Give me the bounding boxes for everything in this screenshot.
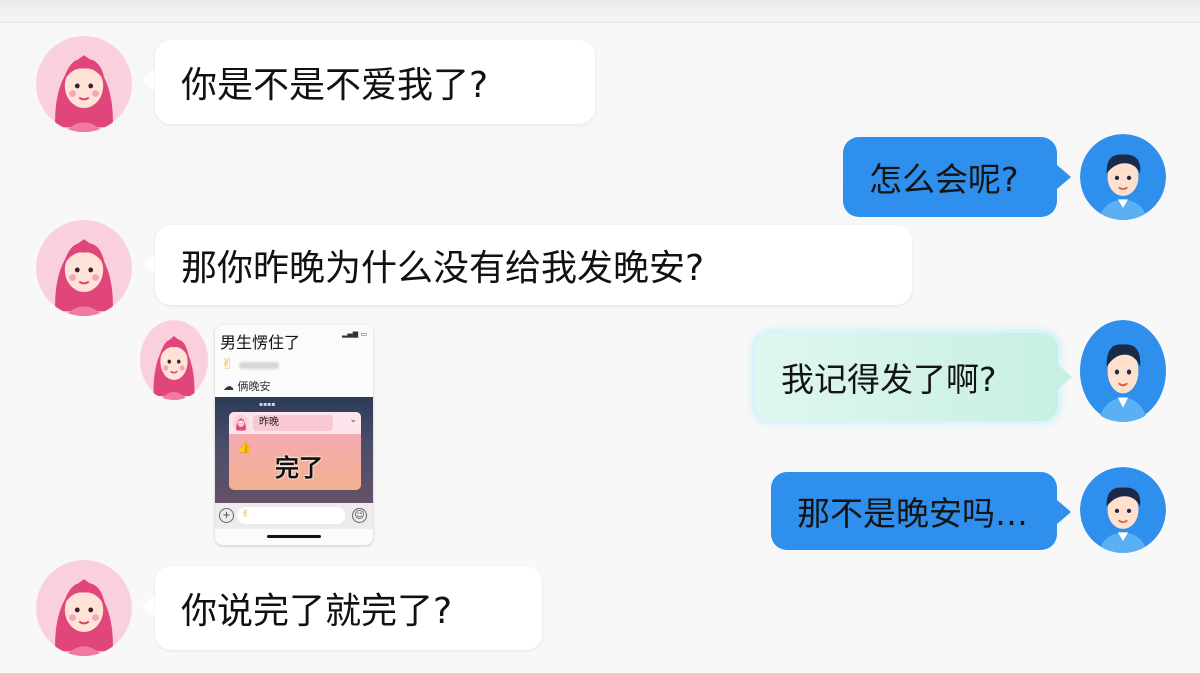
message-text: 那不是晚安吗… <box>797 494 1028 533</box>
bubble-tail <box>142 252 156 276</box>
overlay-text: 完了 <box>275 454 323 482</box>
boy-avatar-icon[interactable] <box>1080 320 1166 422</box>
bubble-tail <box>142 68 156 92</box>
message-text: 那你昨晚为什么没有给我发晚安? <box>181 248 705 289</box>
bubble-tail <box>1057 165 1071 189</box>
message-text: 怎么会呢? <box>869 160 1019 199</box>
chat-background: ▪▪▪▪ 昨晚 ⌄ 👍 完了 <box>215 397 373 517</box>
home-indicator <box>267 535 321 538</box>
message-bubble-right[interactable]: 我记得发了啊? <box>755 333 1058 421</box>
like-icon: 👍 <box>237 440 252 454</box>
victory-hand-icon: ✌ <box>221 355 234 373</box>
tiny-label: ▪▪▪▪ <box>259 401 276 408</box>
message-bubble-left[interactable]: 你说完了就完了? <box>155 566 542 650</box>
bubble-tail <box>1058 365 1072 389</box>
chevron-down-icon: ⌄ <box>349 415 357 425</box>
girl-avatar-icon[interactable] <box>36 36 132 132</box>
message-bubble-right[interactable]: 怎么会呢? <box>843 137 1057 217</box>
message-text: 我记得发了啊? <box>781 360 997 399</box>
victory-hand-icon: ✌ <box>241 507 251 520</box>
girl-avatar-icon[interactable] <box>140 320 208 400</box>
message-text: 你是不是不爱我了? <box>181 65 489 106</box>
plus-icon[interactable]: + <box>219 508 234 523</box>
status-bar-icon: ▂▄▆ ▭ <box>342 330 367 338</box>
emoji-icon[interactable]: ☺ <box>352 508 367 523</box>
message-bubble-left[interactable]: 你是不是不爱我了? <box>155 40 595 124</box>
reply-card: 昨晚 ⌄ 👍 完了 <box>229 412 361 490</box>
message-text: 你说完了就完了? <box>181 591 453 632</box>
screenshot-subtitle: ☁ 俩晚安 <box>223 380 271 393</box>
girl-avatar-icon <box>233 415 249 431</box>
message-input[interactable] <box>237 507 345 524</box>
blurred-text <box>239 362 279 369</box>
girl-avatar-icon[interactable] <box>36 560 132 656</box>
bubble-tail <box>142 594 156 618</box>
bubble-tail <box>1057 500 1071 524</box>
reply-card-header: 昨晚 ⌄ <box>229 412 361 434</box>
girl-avatar-icon[interactable] <box>36 220 132 316</box>
screenshot-image[interactable]: 男生愣住了 ▂▄▆ ▭ ✌ ☁ 俩晚安 ▪▪▪▪ 昨晚 ⌄ 👍 完了 + ✌ ☺ <box>215 325 373 545</box>
message-bubble-left[interactable]: 那你昨晚为什么没有给我发晚安? <box>155 225 912 305</box>
screenshot-title: 男生愣住了 <box>220 333 301 352</box>
message-bubble-right[interactable]: 那不是晚安吗… <box>771 472 1057 550</box>
boy-avatar-icon[interactable] <box>1080 467 1166 553</box>
boy-avatar-icon[interactable] <box>1080 134 1166 220</box>
top-bar <box>0 0 1200 23</box>
chip-label: 昨晚 <box>253 415 333 431</box>
